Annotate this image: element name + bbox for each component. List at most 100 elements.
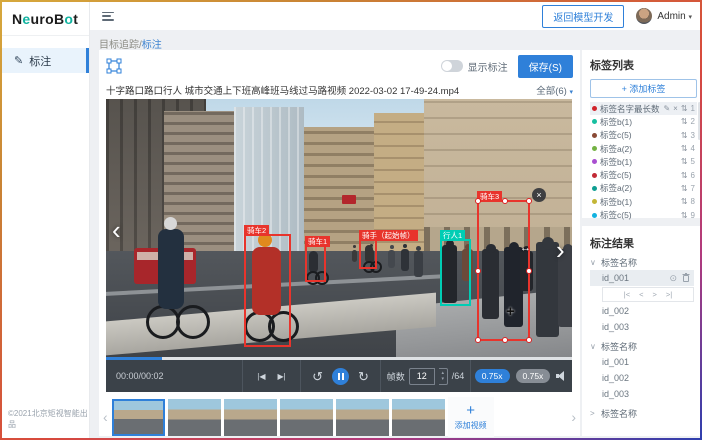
forward-icon[interactable]: ↻ <box>358 370 369 383</box>
delete-tag-icon[interactable]: × <box>673 104 678 113</box>
group-name: 标签名称 <box>601 407 637 420</box>
sort-icon[interactable]: ⇅ <box>681 171 688 180</box>
pause-button[interactable] <box>332 368 349 385</box>
tag-row[interactable]: 标签c(5) ⇅ 9 <box>590 208 697 221</box>
pager-last-icon[interactable]: >| <box>666 290 672 299</box>
result-item[interactable]: id_002 <box>590 370 694 386</box>
result-group-header[interactable]: > 标签名称 <box>590 405 694 421</box>
group-name: 标签名称 <box>601 340 637 353</box>
speed-pill-active[interactable]: 0.75x <box>475 369 510 383</box>
speed-pill[interactable]: 0.75x <box>516 369 551 383</box>
add-video-button[interactable]: + 添加视频 <box>448 397 494 437</box>
add-tag-button[interactable]: + 添加标签 <box>590 79 697 98</box>
video-thumbnail[interactable] <box>168 399 221 436</box>
sort-icon[interactable]: ⇅ <box>681 131 688 140</box>
user-menu[interactable]: Admin ▾ <box>657 11 692 22</box>
video-thumbnail[interactable] <box>392 399 445 436</box>
pencil-icon: ✎ <box>14 54 23 67</box>
back-to-model-dev-button[interactable]: 返回模型开发 <box>542 5 624 28</box>
tag-row[interactable]: 标签b(1) ⇅ 5 <box>590 155 697 168</box>
volume-icon[interactable] <box>556 371 568 381</box>
video-thumbnail[interactable] <box>224 399 277 436</box>
pager-prev-icon[interactable]: < <box>639 290 643 299</box>
result-item[interactable]: id_003 <box>590 386 694 402</box>
prev-frame-icon: ◀ <box>259 372 265 381</box>
result-id: id_003 <box>602 389 629 399</box>
result-item[interactable]: id_001 <box>590 354 694 370</box>
annotation-box-selected[interactable]: 骑车3 <box>477 200 530 341</box>
next-frame-button[interactable]: ▶| <box>278 372 286 381</box>
tag-row[interactable]: 标签c(5) ⇅ 6 <box>590 168 697 181</box>
sort-icon[interactable]: ⇅ <box>681 144 688 153</box>
annotation-box[interactable]: 骑车1 <box>305 245 326 282</box>
video-thumbnail[interactable] <box>280 399 333 436</box>
result-id: id_001 <box>602 357 629 367</box>
annotation-label: 行人1 <box>440 230 465 241</box>
frame-stepper[interactable]: ▴▾ <box>439 368 448 385</box>
result-item-selected[interactable]: id_001 ⊙ <box>590 270 694 286</box>
locate-icon[interactable]: ⊙ <box>669 273 677 284</box>
tag-color-dot <box>592 159 597 164</box>
tag-row[interactable]: 标签c(5) ⇅ 3 <box>590 129 697 142</box>
tag-row[interactable]: 标签a(2) ⇅ 4 <box>590 142 697 155</box>
annotation-box[interactable]: 骑车2 <box>244 234 291 347</box>
chevron-collapsed-icon: > <box>590 409 597 418</box>
sort-icon[interactable]: ⇅ <box>681 197 688 206</box>
annotation-label: 骑车1 <box>305 236 330 247</box>
pager-next-icon[interactable]: > <box>653 290 657 299</box>
result-item[interactable]: id_003 <box>590 319 694 335</box>
avatar[interactable] <box>636 8 652 24</box>
show-annotation-toggle[interactable] <box>441 60 463 72</box>
save-button[interactable]: 保存(S) <box>518 55 573 78</box>
resize-handle[interactable] <box>526 268 532 274</box>
result-id: id_003 <box>602 322 629 332</box>
sidebar-item-annotate[interactable]: ✎ 标注 <box>2 48 89 73</box>
sort-icon[interactable]: ⇅ <box>681 117 688 126</box>
next-video-chevron[interactable]: › <box>556 237 565 263</box>
frame-number-input[interactable]: 12 <box>409 368 435 385</box>
sort-icon[interactable]: ⇅ <box>681 211 688 220</box>
tag-order: 1 <box>691 104 695 113</box>
filter-dropdown[interactable]: 全部(6) ▾ <box>536 83 573 97</box>
tag-color-dot <box>592 119 597 124</box>
result-group-header[interactable]: ∨ 标签名称 <box>590 338 694 354</box>
scrollbar[interactable] <box>698 102 700 140</box>
resize-handle[interactable] <box>475 198 481 204</box>
resize-handle[interactable] <box>502 198 508 204</box>
thumbs-prev-chevron[interactable]: ‹ <box>99 409 112 425</box>
tag-row[interactable]: 标签a(2) ⇅ 7 <box>590 182 697 195</box>
sort-icon[interactable]: ⇅ <box>681 184 688 193</box>
prev-video-chevron[interactable]: ‹ <box>112 217 121 243</box>
sort-icon[interactable]: ⇅ <box>681 104 688 113</box>
resize-handle[interactable] <box>526 198 532 204</box>
spinner-down-icon[interactable]: ▾ <box>441 376 444 382</box>
resize-handle[interactable] <box>502 337 508 343</box>
annotation-box[interactable]: 行人1 <box>440 239 471 306</box>
resize-handle[interactable] <box>475 337 481 343</box>
rewind-icon[interactable]: ↺ <box>312 370 323 383</box>
sort-icon[interactable]: ⇅ <box>681 157 688 166</box>
resize-handle[interactable] <box>475 268 481 274</box>
video-thumbnail[interactable] <box>336 399 389 436</box>
close-icon[interactable]: × <box>532 188 546 202</box>
resize-handle[interactable] <box>526 337 532 343</box>
edit-tag-icon[interactable]: ✎ <box>663 104 670 113</box>
hamburger-icon[interactable] <box>102 12 114 21</box>
result-item[interactable]: id_002 <box>590 303 694 319</box>
prev-frame-button[interactable]: |◀ <box>257 372 265 381</box>
video-thumbnail[interactable] <box>112 399 165 436</box>
thumbs-next-chevron[interactable]: › <box>567 409 580 425</box>
tag-row[interactable]: 标签b(1) ⇅ 8 <box>590 195 697 208</box>
result-id: id_002 <box>602 373 629 383</box>
frame-count-label: 帧数 <box>387 370 405 383</box>
video-frame[interactable]: 骑车2 骑车1 骑手（起始帧） 行人1 骑车3 × <box>106 99 572 357</box>
logo-part: e <box>22 11 30 27</box>
tag-row[interactable]: 标签b(1) ⇅ 2 <box>590 115 697 128</box>
trash-icon[interactable] <box>682 273 690 284</box>
tag-row[interactable]: 标签名字最长数... ✎ × ⇅ 1 <box>590 102 697 115</box>
tag-color-dot <box>592 133 597 138</box>
bounding-box-tool-icon[interactable] <box>106 58 122 74</box>
annotation-box[interactable]: 骑手（起始帧） <box>359 239 377 269</box>
result-group-header[interactable]: ∨ 标签名称 <box>590 254 694 270</box>
pager-first-icon[interactable]: |< <box>624 290 630 299</box>
